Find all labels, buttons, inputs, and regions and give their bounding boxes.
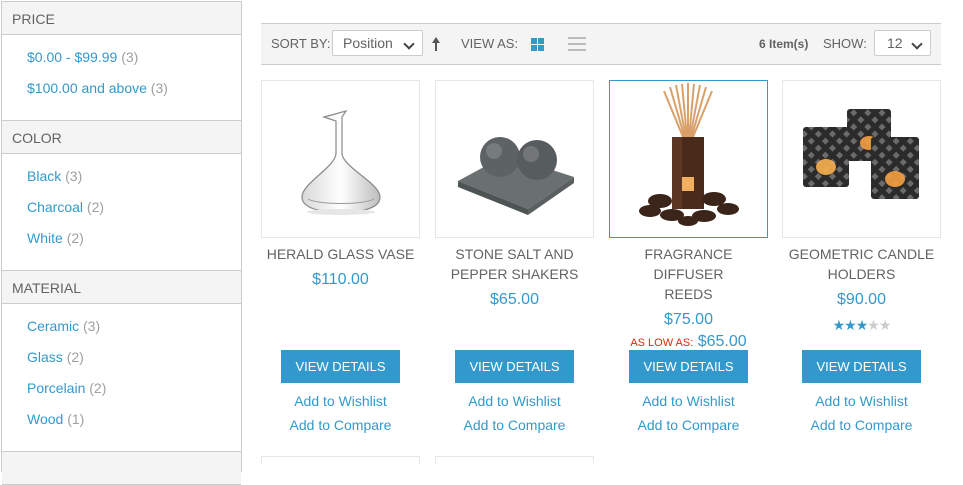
product-name-line[interactable]: STONE SALT AND xyxy=(435,244,594,264)
filter-option[interactable]: Ceramic (3) xyxy=(27,315,241,346)
filter-title-next xyxy=(2,451,241,485)
product-name-line[interactable]: FRAGRANCE DIFFUSER xyxy=(609,244,768,284)
sort-by-value: Position xyxy=(343,35,393,51)
add-to-wishlist-link[interactable]: Add to Wishlist xyxy=(782,392,941,410)
filter-count: (1) xyxy=(67,411,85,427)
item-count: 6 Item(s) xyxy=(759,37,809,51)
product-image[interactable] xyxy=(609,80,768,238)
product-image[interactable] xyxy=(435,80,594,238)
product-image[interactable] xyxy=(261,80,420,238)
add-to-wishlist-link[interactable]: Add to Wishlist xyxy=(609,392,768,410)
star-icon: ★ xyxy=(855,317,869,333)
filter-option[interactable]: White (2) xyxy=(27,227,241,258)
filter-count: (2) xyxy=(66,230,84,246)
add-to-wishlist-link[interactable]: Add to Wishlist xyxy=(261,392,420,410)
filter-option[interactable]: Black (3) xyxy=(27,165,241,196)
product-price: $110.00 xyxy=(312,271,369,288)
sort-direction-arrow-icon[interactable] xyxy=(431,36,441,52)
show-label: SHOW: xyxy=(823,36,867,51)
products-toolbar: SORT BY: Position VIEW AS: 6 Item(s) SHO… xyxy=(261,23,941,65)
product-card: GEOMETRIC CANDLE HOLDERS $90.00 ★★★★★ VI… xyxy=(782,80,941,433)
list-view-icon[interactable] xyxy=(568,37,586,51)
add-to-compare-link[interactable]: Add to Compare xyxy=(782,416,941,434)
filter-link[interactable]: Charcoal xyxy=(27,199,83,215)
product-card: FRAGRANCE DIFFUSER REEDS $75.00 AS LOW A… xyxy=(609,80,768,433)
filter-link[interactable]: Glass xyxy=(27,349,63,365)
product-price: $65.00 xyxy=(490,291,539,308)
filter-option[interactable]: $100.00 and above (3) xyxy=(27,77,241,108)
show-per-page-value: 12 xyxy=(887,35,903,51)
add-to-compare-link[interactable]: Add to Compare xyxy=(261,416,420,434)
filter-option[interactable]: Charcoal (2) xyxy=(27,196,241,227)
add-to-compare-link[interactable]: Add to Compare xyxy=(609,416,768,434)
filter-option[interactable]: Wood (1) xyxy=(27,408,241,439)
product-name[interactable]: STONE SALT AND PEPPER SHAKERS xyxy=(435,244,594,284)
filter-title-material: MATERIAL xyxy=(2,270,241,304)
view-details-button[interactable]: VIEW DETAILS xyxy=(629,350,748,383)
filter-count: (2) xyxy=(89,380,107,396)
filter-link[interactable]: $0.00 - $99.99 xyxy=(27,49,117,65)
product-name-line[interactable]: PEPPER SHAKERS xyxy=(435,264,594,284)
product-name-line[interactable]: HERALD GLASS VASE xyxy=(261,244,420,264)
star-icon: ★ xyxy=(844,317,857,333)
show-per-page-select[interactable]: 12 xyxy=(874,30,931,56)
view-as-label: VIEW AS: xyxy=(461,36,519,51)
as-low-as-value: $65.00 xyxy=(697,333,747,350)
layered-navigation: PRICE $0.00 - $99.99 (3) $100.00 and abo… xyxy=(1,1,242,485)
sort-by-select[interactable]: Position xyxy=(332,30,423,56)
filter-list-material: Ceramic (3) Glass (2) Porcelain (2) Wood… xyxy=(2,304,241,451)
filter-title-price: PRICE xyxy=(2,1,241,35)
filter-list-color: Black (3) Charcoal (2) White (2) xyxy=(2,154,241,270)
add-to-wishlist-link[interactable]: Add to Wishlist xyxy=(435,392,594,410)
filter-count: (2) xyxy=(86,199,105,215)
product-name-line[interactable]: GEOMETRIC CANDLE xyxy=(782,244,941,264)
rating-stars[interactable]: ★★★★★ xyxy=(782,317,941,334)
view-details-button[interactable]: VIEW DETAILS xyxy=(281,350,400,383)
chevron-down-icon xyxy=(911,38,923,50)
filter-count: (2) xyxy=(66,349,84,365)
filter-count: (3) xyxy=(65,168,83,184)
filter-link[interactable]: Ceramic xyxy=(27,318,79,334)
product-image[interactable] xyxy=(782,80,941,238)
product-name-line[interactable]: HOLDERS xyxy=(782,264,941,284)
product-image-next-row[interactable] xyxy=(435,456,594,464)
star-icon: ★ xyxy=(832,317,846,333)
product-price: $90.00 xyxy=(837,291,886,308)
star-icon: ★ xyxy=(878,317,892,333)
filter-list-price: $0.00 - $99.99 (3) $100.00 and above (3) xyxy=(2,35,241,120)
filter-link[interactable]: $100.00 and above xyxy=(27,80,147,96)
filter-title-color: COLOR xyxy=(2,120,241,154)
grid-view-icon[interactable] xyxy=(531,38,544,51)
product-name[interactable]: GEOMETRIC CANDLE HOLDERS xyxy=(782,244,941,284)
product-name[interactable]: FRAGRANCE DIFFUSER REEDS xyxy=(609,244,768,304)
filter-option[interactable]: $0.00 - $99.99 (3) xyxy=(27,46,241,77)
product-price: $75.00 xyxy=(664,311,713,328)
filter-link[interactable]: Black xyxy=(27,168,61,184)
filter-link[interactable]: White xyxy=(27,230,63,246)
product-image-next-row[interactable] xyxy=(261,456,420,464)
product-card: HERALD GLASS VASE $110.00 VIEW DETAILS A… xyxy=(261,80,420,433)
view-details-button[interactable]: VIEW DETAILS xyxy=(455,350,574,383)
star-icon: ★ xyxy=(867,317,880,333)
as-low-as-label: AS LOW AS: xyxy=(630,337,694,349)
product-card: STONE SALT AND PEPPER SHAKERS $65.00 VIE… xyxy=(435,80,594,433)
view-details-button[interactable]: VIEW DETAILS xyxy=(802,350,921,383)
product-name[interactable]: HERALD GLASS VASE xyxy=(261,244,420,264)
product-name-line[interactable]: REEDS xyxy=(609,284,768,304)
filter-count: (3) xyxy=(83,318,101,334)
sort-by-label: SORT BY: xyxy=(271,36,331,51)
add-to-compare-link[interactable]: Add to Compare xyxy=(435,416,594,434)
filter-option[interactable]: Glass (2) xyxy=(27,346,241,377)
filter-count: (3) xyxy=(150,80,168,96)
filter-link[interactable]: Porcelain xyxy=(27,380,85,396)
chevron-down-icon xyxy=(403,38,415,50)
filter-link[interactable]: Wood xyxy=(27,411,63,427)
as-low-as-price: AS LOW AS: $65.00 xyxy=(609,333,768,351)
filter-count: (3) xyxy=(121,49,139,65)
filter-option[interactable]: Porcelain (2) xyxy=(27,377,241,408)
